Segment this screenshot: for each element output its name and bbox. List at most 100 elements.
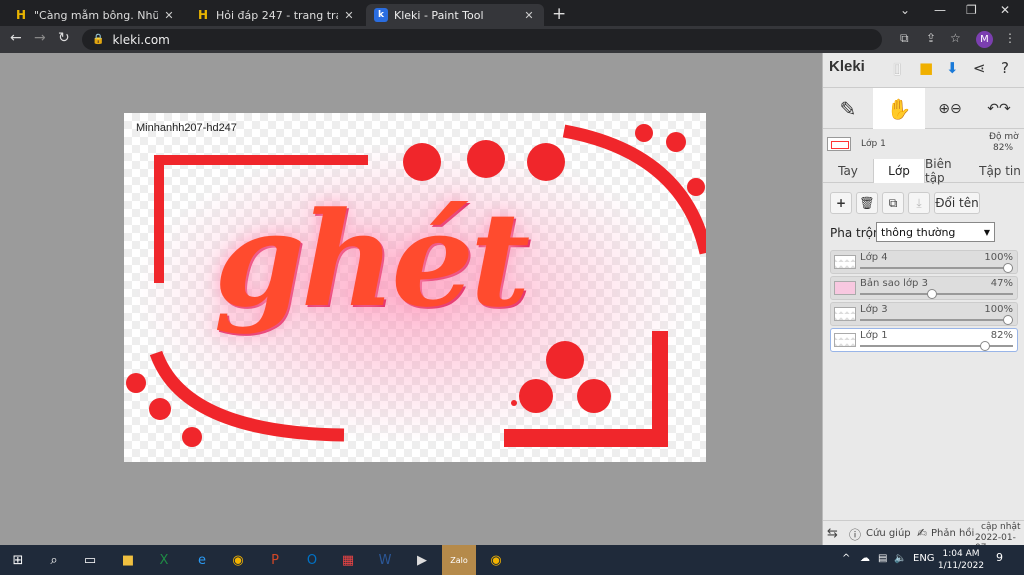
layer-item[interactable]: Lớp 4 100%: [830, 250, 1018, 274]
close-tab-icon[interactable]: ✕: [162, 9, 176, 22]
tray-expand-icon[interactable]: ^: [842, 553, 850, 564]
close-window-icon[interactable]: ✕: [1000, 3, 1010, 17]
media-player-icon[interactable]: ▶: [410, 548, 434, 572]
translate-icon[interactable]: ⧉: [900, 31, 909, 46]
tab-file[interactable]: Tập tin: [975, 159, 1024, 183]
notifications-icon[interactable]: 9: [996, 551, 1003, 564]
outlook-icon[interactable]: O: [300, 548, 324, 572]
slider-knob[interactable]: [926, 289, 937, 299]
slider-knob[interactable]: [1003, 263, 1013, 273]
canvas-area[interactable]: Minhanhh207-hd247 ghét: [0, 53, 822, 545]
address-bar-row: ← → ↻ 🔒 kleki.com ⧉ ⇪ ☆ ⋮: [0, 26, 1024, 53]
layer-name: Lớp 3: [860, 304, 888, 315]
artwork-text: ghét: [214, 183, 530, 336]
add-layer-button[interactable]: +: [830, 192, 852, 214]
swap-sides-icon[interactable]: ⇆: [827, 526, 838, 541]
excel-icon[interactable]: X: [152, 548, 176, 572]
tab-title: Kleki - Paint Tool: [394, 8, 484, 22]
layer-opacity-slider[interactable]: [860, 315, 1013, 325]
cloud-icon[interactable]: ☁: [860, 553, 870, 564]
tab-edit[interactable]: Biên tập: [925, 157, 975, 185]
delete-layer-icon[interactable]: 🗑: [856, 192, 878, 214]
zalo-icon[interactable]: Zalo: [442, 545, 476, 575]
drawing-canvas[interactable]: Minhanhh207-hd247 ghét: [124, 113, 706, 462]
clock-time: 1:04 AM: [942, 549, 980, 559]
feedback-link[interactable]: Phản hồi: [931, 528, 974, 539]
current-layer-header: Lớp 1 Độ mờ 82%: [823, 131, 1024, 157]
tool-row: ✎ ✋ ⊕⊖ ↶↷: [823, 87, 1024, 129]
profile-avatar[interactable]: M: [976, 31, 993, 48]
layer-opacity-slider[interactable]: [860, 263, 1013, 273]
edge-icon[interactable]: e: [190, 548, 214, 572]
slider-knob[interactable]: [1003, 315, 1013, 325]
back-icon[interactable]: ←: [10, 30, 22, 46]
file-explorer-icon[interactable]: ■: [116, 548, 140, 572]
chrome-icon[interactable]: ◉: [226, 548, 250, 572]
layer-thumbnail: [834, 333, 856, 347]
menu-icon[interactable]: ⋮: [1004, 31, 1016, 45]
powerpoint-icon[interactable]: P: [263, 548, 287, 572]
layer-name: Lớp 4: [860, 252, 888, 263]
minimize-icon[interactable]: —: [934, 3, 946, 17]
layer-opacity: 82%: [990, 330, 1013, 341]
share-icon[interactable]: ⋖: [973, 59, 986, 77]
browser-tab-2[interactable]: H Hỏi đáp 247 - trang tra loi ✕: [188, 4, 364, 26]
network-icon[interactable]: ▤: [878, 553, 887, 564]
kleki-icon: k: [374, 8, 388, 22]
update-label: cập nhật: [981, 522, 1021, 532]
new-file-icon[interactable]: ▯: [893, 59, 901, 77]
language-indicator[interactable]: ENG: [913, 553, 935, 564]
open-folder-icon[interactable]: ■: [919, 59, 933, 77]
browser-tab-1[interactable]: H "Càng mẫm bông. Những cái vuô ✕: [6, 4, 184, 26]
undo-redo-icon[interactable]: ↶↷: [975, 88, 1023, 129]
word-icon[interactable]: W: [373, 548, 397, 572]
close-tab-icon[interactable]: ✕: [522, 9, 536, 22]
chrome-profile-icon[interactable]: ◉: [484, 548, 508, 572]
reload-icon[interactable]: ↻: [58, 30, 70, 46]
task-view-icon[interactable]: ▭: [78, 548, 102, 572]
help-link[interactable]: Cứu giúp: [866, 528, 911, 539]
layer-name: Lớp 1: [860, 330, 888, 341]
share-icon[interactable]: ⇪: [926, 31, 936, 45]
layer-thumbnail: [834, 255, 856, 269]
search-icon[interactable]: ⌕: [42, 548, 66, 572]
tab-layers[interactable]: Lớp: [873, 159, 925, 183]
url-bar[interactable]: 🔒 kleki.com: [82, 29, 882, 50]
clock-date: 1/11/2022: [937, 561, 985, 571]
tab-favicon: H: [197, 8, 209, 22]
volume-icon[interactable]: 🔈: [894, 553, 906, 564]
layer-item[interactable]: Bản sao lớp 3 47%: [830, 276, 1018, 300]
layer-opacity-slider[interactable]: [860, 341, 1013, 351]
close-tab-icon[interactable]: ✕: [342, 9, 356, 22]
slider-knob[interactable]: [980, 341, 991, 351]
canvas-watermark: Minhanhh207-hd247: [136, 122, 237, 134]
blend-mode-select[interactable]: thông thường ▼: [876, 222, 995, 242]
feedback-icon: ✍: [917, 526, 928, 540]
tab-search-icon[interactable]: ⌄: [900, 3, 910, 17]
tab-hand[interactable]: Tay: [823, 159, 873, 183]
zoom-icon[interactable]: ⊕⊖: [927, 88, 973, 129]
tab-title: Hỏi đáp 247 - trang tra loi: [216, 8, 338, 22]
restore-icon[interactable]: ❐: [966, 3, 977, 17]
bookmark-star-icon[interactable]: ☆: [950, 31, 961, 45]
duplicate-layer-icon[interactable]: ⧉: [882, 192, 904, 214]
app-icon[interactable]: ▦: [336, 548, 360, 572]
help-circle-icon: ⓘ: [849, 528, 862, 542]
tab-title: "Càng mẫm bông. Những cái vuô: [34, 8, 158, 22]
hand-tool-icon[interactable]: ✋: [873, 88, 925, 129]
forward-icon[interactable]: →: [34, 30, 46, 46]
browser-tab-3[interactable]: k Kleki - Paint Tool ✕: [366, 4, 544, 26]
rename-button[interactable]: Đổi tên: [934, 192, 980, 214]
brush-tool-icon[interactable]: ✎: [823, 88, 873, 129]
windows-taskbar: ⊞ ⌕ ▭ ■ X e ◉ P O ▦ W ▶ Zalo ◉ ^ ☁ ▤ 🔈 E…: [0, 545, 1024, 575]
help-icon[interactable]: ?: [1001, 59, 1009, 77]
download-icon[interactable]: ⬇: [946, 59, 959, 77]
opacity-label: Độ mờ: [989, 132, 1019, 142]
layer-item-selected[interactable]: Lớp 1 82%: [830, 328, 1018, 352]
taskbar-clock[interactable]: 1:04 AM 1/11/2022: [935, 548, 987, 572]
windows-start-icon[interactable]: ⊞: [6, 548, 30, 572]
layer-opacity-slider[interactable]: [860, 289, 1013, 299]
new-tab-icon[interactable]: +: [552, 4, 566, 24]
merge-down-icon[interactable]: ⤓: [908, 192, 930, 214]
layer-item[interactable]: Lớp 3 100%: [830, 302, 1018, 326]
